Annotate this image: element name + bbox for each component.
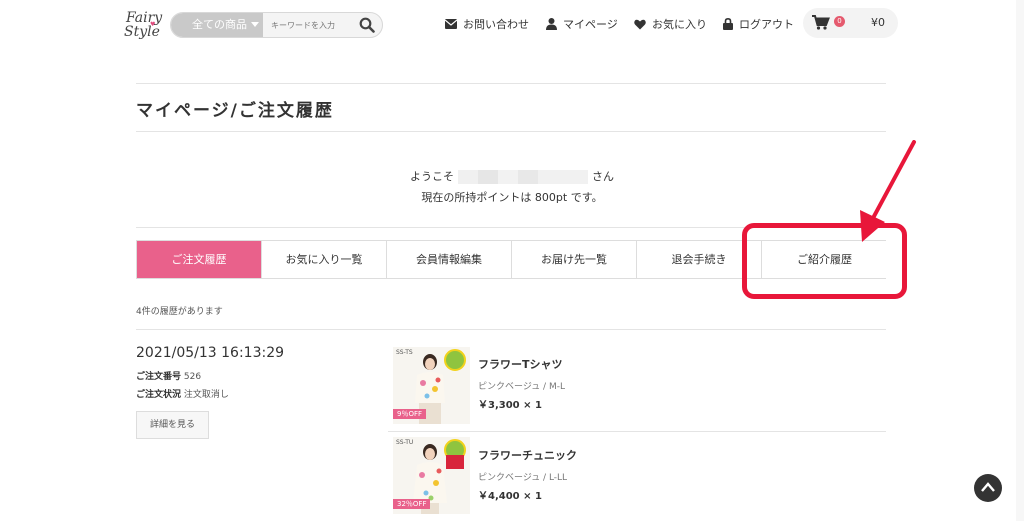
cart-icon — [812, 15, 830, 30]
order-status-label: ご注文状況 — [136, 390, 182, 400]
search-bar: 全ての商品 — [170, 12, 383, 38]
blurred-username — [458, 170, 588, 184]
divider — [136, 83, 886, 84]
heart-icon — [634, 19, 646, 29]
cart-count-badge: 0 — [834, 16, 845, 27]
product-price: ￥3,300 × 1 — [478, 400, 542, 411]
product-variant: ピンクベージュ / M-L — [478, 382, 565, 392]
envelope-icon — [445, 19, 457, 29]
user-icon — [546, 18, 557, 30]
scrollbar[interactable] — [1016, 0, 1024, 521]
arrow-annotation-icon — [860, 140, 916, 242]
product-thumbnail[interactable]: SS-TU 32％OFF — [393, 437, 470, 514]
back-to-top-button[interactable] — [974, 474, 1002, 502]
cart-total: ¥0 — [871, 16, 885, 29]
history-count: 4件の履歴があります — [136, 307, 223, 317]
chevron-down-icon — [251, 22, 259, 27]
order-number: 526 — [183, 372, 202, 382]
search-category-select[interactable]: 全ての商品 — [171, 13, 263, 37]
divider — [388, 431, 886, 432]
page-title: マイページ/ご注文履歴 — [136, 101, 334, 121]
welcome-prefix: ようこそ — [410, 170, 454, 183]
nav-contact[interactable]: お問い合わせ — [445, 16, 529, 32]
logo-line-2: Style — [124, 24, 160, 40]
discount-label: 9％OFF — [393, 409, 427, 419]
nav-mypage[interactable]: マイページ — [546, 16, 618, 32]
site-logo[interactable]: Fairy ♥ Style — [124, 10, 164, 44]
discount-label: 32％OFF — [393, 499, 431, 509]
site-header: Fairy ♥ Style 全ての商品 お問い合わせ マイページ お気に入り ロ… — [0, 0, 1024, 50]
divider — [136, 329, 886, 330]
special-stamp-icon — [446, 455, 464, 469]
chevron-up-icon — [981, 482, 995, 492]
product-price: ￥4,400 × 1 — [478, 491, 542, 502]
nav-mypage-label: マイページ — [563, 18, 618, 31]
search-input[interactable] — [263, 13, 353, 37]
lock-icon — [723, 18, 733, 30]
tab-order-history[interactable]: ご注文履歴 — [137, 241, 262, 278]
nav-logout-label: ログアウト — [739, 18, 794, 31]
search-icon[interactable] — [359, 17, 375, 33]
tab-favorites[interactable]: お気に入り一覧 — [262, 241, 387, 278]
tab-delivery-addresses[interactable]: お届け先一覧 — [512, 241, 637, 278]
order-number-label: ご注文番号 — [136, 372, 182, 382]
product-name[interactable]: フラワーTシャツ — [478, 356, 563, 372]
cart-button[interactable]: 0 ¥0 — [803, 8, 898, 38]
nav-contact-label: お問い合わせ — [463, 18, 529, 31]
product-thumbnail[interactable]: SS-TS 9％OFF — [393, 347, 470, 424]
summer-sale-sticker — [444, 349, 466, 371]
order-datetime: 2021/05/13 16:13:29 — [136, 345, 285, 361]
order-number-row: ご注文番号 526 — [136, 369, 201, 382]
search-category-label: 全ての商品 — [192, 18, 247, 31]
product-name[interactable]: フラワーチュニック — [478, 447, 577, 463]
view-details-button[interactable]: 詳細を見る — [136, 411, 209, 439]
welcome-suffix: さん — [592, 170, 614, 183]
nav-logout[interactable]: ログアウト — [723, 16, 794, 32]
nav-favorites-label: お気に入り — [652, 18, 707, 31]
tab-member-info[interactable]: 会員情報編集 — [387, 241, 512, 278]
nav-favorites[interactable]: お気に入り — [634, 16, 707, 32]
divider — [136, 131, 886, 132]
order-status-row: ご注文状況 注文取消し — [136, 387, 229, 400]
order-status: 注文取消し — [183, 390, 229, 400]
product-variant: ピンクベージュ / L-LL — [478, 473, 568, 483]
